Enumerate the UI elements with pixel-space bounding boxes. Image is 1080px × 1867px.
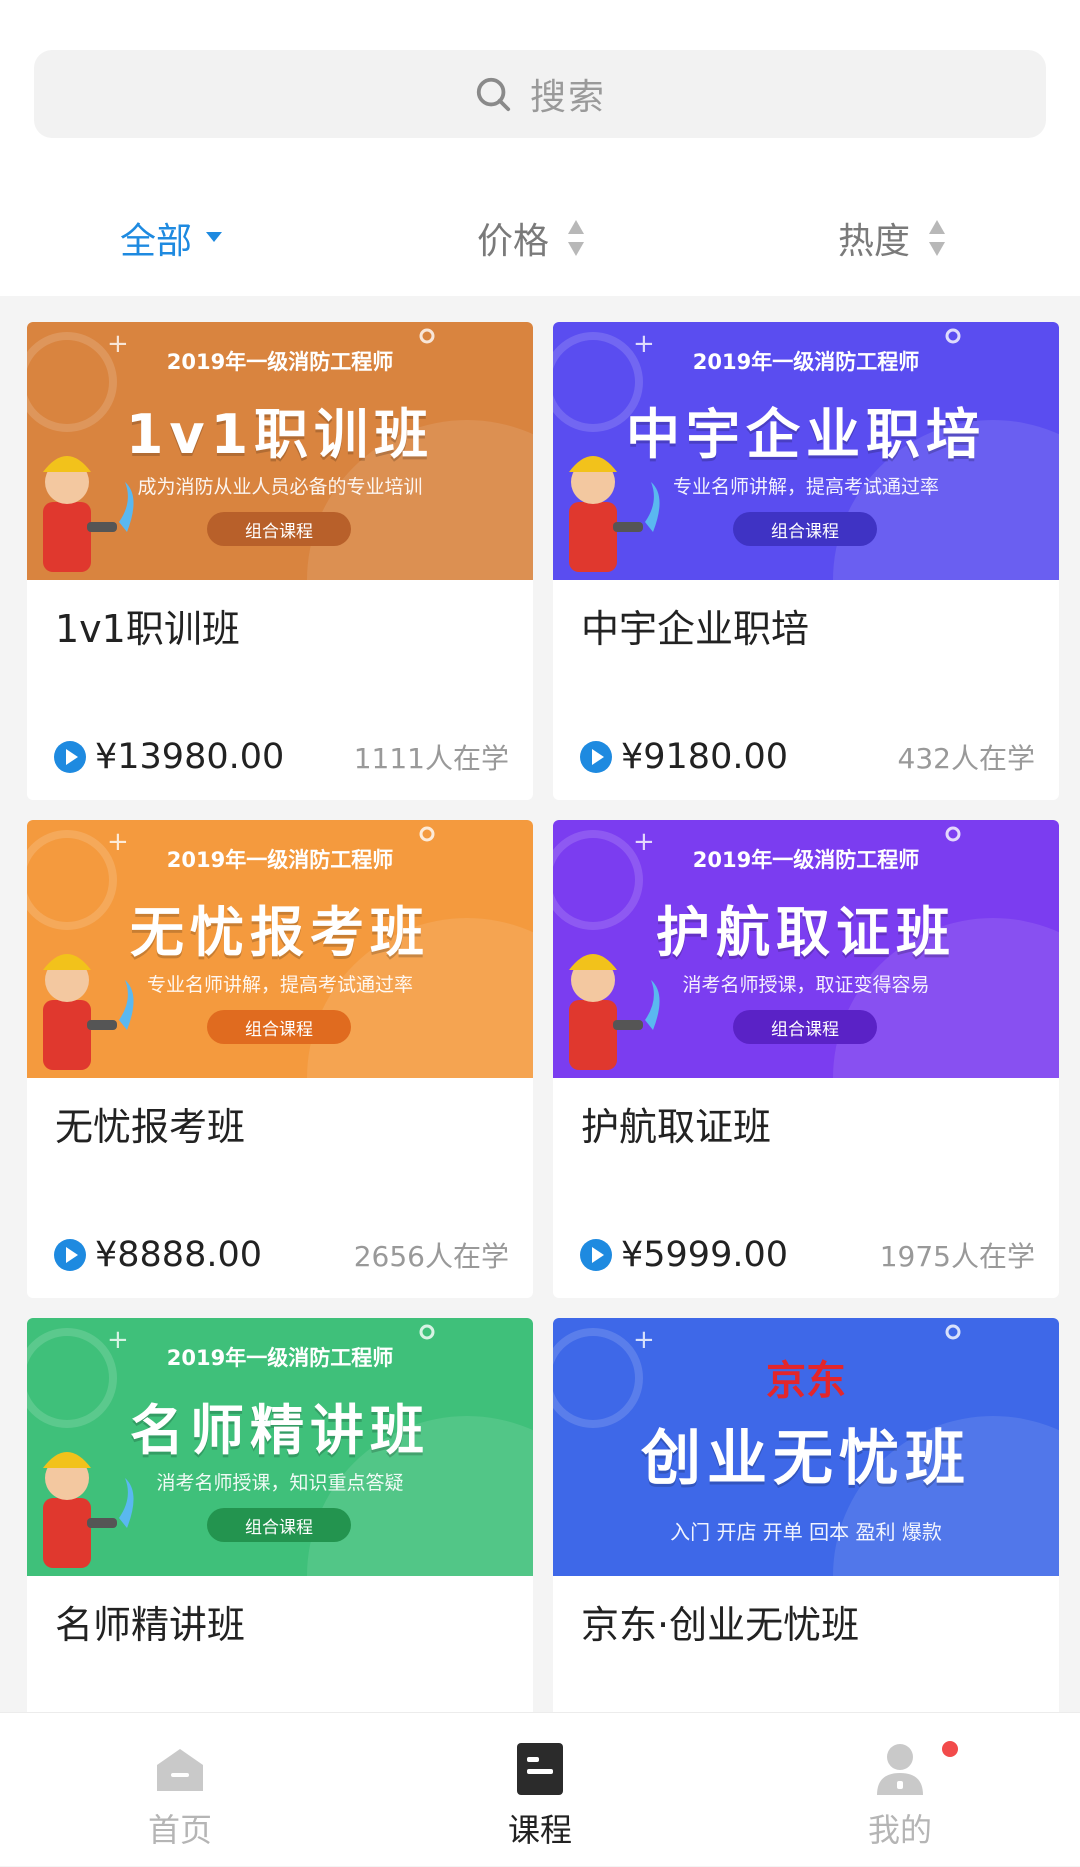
filter-popularity[interactable]: 热度 bbox=[838, 210, 946, 266]
bottom-tab-bar: 首页 课程 我的 bbox=[0, 1712, 1080, 1866]
course-card[interactable]: +2019年一级消防工程师 无忧报考班 专业名师讲解，提高考试通过率 组合课程 无忧报考… bbox=[27, 820, 533, 1298]
play-icon bbox=[580, 1239, 612, 1271]
course-price: ¥9180.00 bbox=[621, 737, 789, 777]
course-banner: +2019年一级消防工程师 1v1职训班 成为消防从业人员必备的专业培训 组合课程 bbox=[27, 322, 533, 580]
banner-subtitle: 入门 开店 开单 回本 盈利 爆款 bbox=[670, 1520, 942, 1544]
banner-exam-label: 2019年一级消防工程师 bbox=[692, 350, 920, 374]
course-price: ¥5999.00 bbox=[621, 1235, 789, 1275]
learner-count: 1975人在学 bbox=[879, 1240, 1035, 1273]
play-icon bbox=[580, 741, 612, 773]
banner-exam-label: 2019年一级消防工程师 bbox=[166, 1346, 394, 1370]
profile-icon bbox=[877, 1744, 923, 1795]
tab-home[interactable]: 首页 bbox=[80, 1713, 280, 1867]
banner-tag: 组合课程 bbox=[207, 1508, 351, 1542]
course-banner: +2019年一级消防工程师 无忧报考班 专业名师讲解，提高考试通过率 组合课程 bbox=[27, 820, 533, 1078]
course-icon bbox=[517, 1743, 563, 1795]
filter-popularity-label: 热度 bbox=[838, 221, 911, 262]
learner-count: 2656人在学 bbox=[353, 1240, 509, 1273]
tab-course-label: 课程 bbox=[507, 1811, 572, 1849]
sort-icon bbox=[568, 220, 585, 256]
tab-course[interactable]: 课程 bbox=[440, 1713, 640, 1867]
header: 搜索 全部 价格 热度 bbox=[0, 0, 1080, 296]
filter-price-label: 价格 bbox=[477, 221, 550, 262]
course-title: 京东·创业无忧班 bbox=[581, 1603, 860, 1647]
banner-title: 1v1职训班 bbox=[125, 403, 435, 466]
course-title: 无忧报考班 bbox=[55, 1105, 246, 1149]
search-icon bbox=[476, 77, 511, 112]
learner-count: 432人在学 bbox=[897, 742, 1035, 775]
course-card[interactable]: +2019年一级消防工程师 1v1职训班 成为消防从业人员必备的专业培训 组合课程 1v… bbox=[27, 322, 533, 800]
banner-exam-label: 2019年一级消防工程师 bbox=[166, 350, 394, 374]
filter-bar: 全部 价格 热度 bbox=[0, 200, 1080, 272]
sort-icon bbox=[929, 220, 946, 256]
play-icon bbox=[54, 1239, 86, 1271]
tab-home-label: 首页 bbox=[147, 1811, 212, 1849]
banner-tag: 组合课程 bbox=[207, 1010, 351, 1044]
tab-profile[interactable]: 我的 bbox=[800, 1713, 1000, 1867]
banner-title: 名师精讲班 bbox=[130, 1399, 430, 1462]
course-banner: +2019年一级消防工程师 护航取证班 消考名师授课，取证变得容易 组合课程 bbox=[553, 820, 1059, 1078]
banner-subtitle: 消考名师授课，取证变得容易 bbox=[682, 974, 930, 996]
play-icon bbox=[54, 741, 86, 773]
learner-count: 1111人在学 bbox=[353, 742, 509, 775]
banner-title: 中宇企业职培 bbox=[626, 403, 986, 466]
banner-exam-label: 2019年一级消防工程师 bbox=[692, 848, 920, 872]
course-title: 名师精讲班 bbox=[55, 1603, 246, 1647]
course-meta: ¥5999.00 1975人在学 bbox=[579, 1230, 1035, 1280]
course-card[interactable]: +2019年一级消防工程师 中宇企业职培 专业名师讲解，提高考试通过率 组合课程 中宇企… bbox=[553, 322, 1059, 800]
course-title: 中宇企业职培 bbox=[581, 607, 810, 651]
banner-subtitle: 专业名师讲解，提高考试通过率 bbox=[146, 974, 413, 996]
filter-all-label: 全部 bbox=[120, 221, 193, 262]
filter-all[interactable]: 全部 bbox=[120, 210, 223, 266]
course-banner: + 京东 创业无忧班 入门 开店 开单 回本 盈利 爆款 bbox=[553, 1318, 1059, 1576]
course-meta: ¥9180.00 432人在学 bbox=[579, 732, 1035, 782]
banner-subtitle: 消考名师授课，知识重点答疑 bbox=[156, 1472, 404, 1494]
banner-title: 护航取证班 bbox=[656, 901, 956, 964]
course-meta: ¥13980.00 1111人在学 bbox=[53, 732, 509, 782]
banner-subtitle: 专业名师讲解，提高考试通过率 bbox=[672, 476, 939, 498]
filter-price[interactable]: 价格 bbox=[477, 210, 585, 266]
banner-subtitle: 成为消防从业人员必备的专业培训 bbox=[137, 476, 423, 498]
course-banner: +2019年一级消防工程师 中宇企业职培 专业名师讲解，提高考试通过率 组合课程 bbox=[553, 322, 1059, 580]
course-title: 护航取证班 bbox=[581, 1105, 772, 1149]
banner-title: 无忧报考班 bbox=[130, 901, 430, 964]
course-price: ¥13980.00 bbox=[95, 737, 285, 777]
banner-exam-label: 2019年一级消防工程师 bbox=[166, 848, 394, 872]
search-placeholder: 搜索 bbox=[529, 77, 606, 118]
banner-brand: 京东 bbox=[766, 1358, 846, 1404]
search-bar[interactable]: 搜索 bbox=[34, 50, 1046, 138]
course-meta: ¥8888.00 2656人在学 bbox=[53, 1230, 509, 1280]
notification-badge bbox=[942, 1741, 958, 1757]
course-banner: +2019年一级消防工程师 名师精讲班 消考名师授课，知识重点答疑 组合课程 bbox=[27, 1318, 533, 1576]
banner-title: 创业无忧班 bbox=[641, 1424, 971, 1494]
course-price: ¥8888.00 bbox=[95, 1235, 263, 1275]
banner-tag: 组合课程 bbox=[733, 512, 877, 546]
home-icon bbox=[157, 1749, 203, 1791]
tab-profile-label: 我的 bbox=[867, 1811, 932, 1849]
banner-tag: 组合课程 bbox=[207, 512, 351, 546]
caret-down-icon bbox=[206, 232, 223, 242]
course-card[interactable]: +2019年一级消防工程师 护航取证班 消考名师授课，取证变得容易 组合课程 护航取证班… bbox=[553, 820, 1059, 1298]
course-title: 1v1职训班 bbox=[55, 607, 240, 651]
banner-tag: 组合课程 bbox=[733, 1010, 877, 1044]
